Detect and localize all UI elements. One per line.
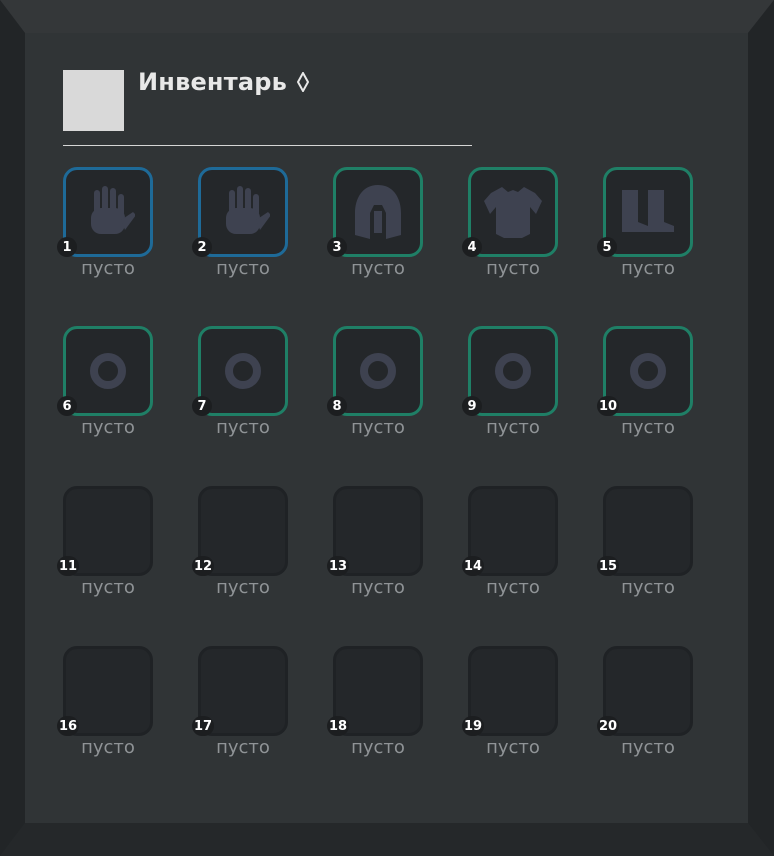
- slot-label: пусто: [621, 737, 675, 758]
- slot-number-badge: 4: [462, 237, 482, 257]
- hand-icon: [216, 184, 270, 240]
- header-divider: [63, 145, 472, 146]
- inventory-slot-10[interactable]: 10 пусто: [597, 326, 693, 446]
- slot-number-badge: 3: [327, 237, 347, 257]
- inventory-slot-11[interactable]: 11 пусто: [57, 486, 153, 606]
- slot-number-badge: 18: [327, 716, 350, 736]
- ring-icon: [86, 349, 130, 393]
- slot-number-badge: 2: [192, 237, 212, 257]
- slot-label: пусто: [621, 577, 675, 598]
- slot-number-badge: 14: [462, 556, 485, 576]
- inventory-slot-4[interactable]: 4 пусто: [462, 167, 558, 287]
- inventory-slot-3[interactable]: 3 пусто: [327, 167, 423, 287]
- slot-number-badge: 15: [597, 556, 620, 576]
- slot-label: пусто: [351, 737, 405, 758]
- slot-number-badge: 8: [327, 396, 347, 416]
- ring-icon: [221, 349, 265, 393]
- diamond-icon: [296, 72, 309, 92]
- slot-number-badge: 9: [462, 396, 482, 416]
- slot-number-badge: 6: [57, 396, 77, 416]
- slot-number-badge: 17: [192, 716, 215, 736]
- inventory-slot-12[interactable]: 12 пусто: [192, 486, 288, 606]
- inventory-header: Инвентарь: [138, 64, 309, 100]
- inventory-slot-13[interactable]: 13 пусто: [327, 486, 423, 606]
- inventory-slot-8[interactable]: 8 пусто: [327, 326, 423, 446]
- slot-label: пусто: [351, 258, 405, 279]
- inventory-slot-15[interactable]: 15 пусто: [597, 486, 693, 606]
- boots-icon: [616, 188, 680, 236]
- ring-icon: [491, 349, 535, 393]
- hand-icon: [81, 184, 135, 240]
- slot-number-badge: 20: [597, 716, 620, 736]
- inventory-slot-1[interactable]: 1 пусто: [57, 167, 153, 287]
- slot-number-badge: 1: [57, 237, 77, 257]
- slot-label: пусто: [351, 577, 405, 598]
- inventory-slot-14[interactable]: 14 пусто: [462, 486, 558, 606]
- slot-number-badge: 19: [462, 716, 485, 736]
- inventory-slot-6[interactable]: 6 пусто: [57, 326, 153, 446]
- slot-label: пусто: [81, 417, 135, 438]
- slot-label: пусто: [81, 737, 135, 758]
- inventory-slot-7[interactable]: 7 пусто: [192, 326, 288, 446]
- inventory-slot-5[interactable]: 5 пусто: [597, 167, 693, 287]
- inventory-slot-19[interactable]: 19 пусто: [462, 646, 558, 766]
- slot-label: пусто: [486, 417, 540, 438]
- slot-label: пусто: [486, 577, 540, 598]
- inventory-slot-20[interactable]: 20 пусто: [597, 646, 693, 766]
- slot-label: пусто: [351, 417, 405, 438]
- slot-label: пусто: [216, 417, 270, 438]
- helmet-icon: [352, 183, 404, 241]
- slot-number-badge: 12: [192, 556, 215, 576]
- slot-number-badge: 10: [597, 396, 620, 416]
- inventory-slot-2[interactable]: 2 пусто: [192, 167, 288, 287]
- slot-label: пусто: [621, 258, 675, 279]
- slot-label: пусто: [486, 258, 540, 279]
- avatar: [63, 70, 124, 131]
- inventory-slot-16[interactable]: 16 пусто: [57, 646, 153, 766]
- slot-label: пусто: [216, 577, 270, 598]
- inventory-slot-17[interactable]: 17 пусто: [192, 646, 288, 766]
- armor-icon: [482, 184, 544, 240]
- ring-icon: [356, 349, 400, 393]
- slot-number-badge: 16: [57, 716, 80, 736]
- slot-label: пусто: [81, 577, 135, 598]
- slot-number-badge: 13: [327, 556, 350, 576]
- inventory-slot-9[interactable]: 9 пусто: [462, 326, 558, 446]
- inventory-slot-18[interactable]: 18 пусто: [327, 646, 423, 766]
- slot-label: пусто: [216, 737, 270, 758]
- page-title: Инвентарь: [138, 68, 287, 96]
- slot-label: пусто: [486, 737, 540, 758]
- slot-label: пусто: [216, 258, 270, 279]
- slot-number-badge: 5: [597, 237, 617, 257]
- slot-number-badge: 11: [57, 556, 80, 576]
- slot-label: пусто: [621, 417, 675, 438]
- slot-label: пусто: [81, 258, 135, 279]
- ring-icon: [626, 349, 670, 393]
- slot-number-badge: 7: [192, 396, 212, 416]
